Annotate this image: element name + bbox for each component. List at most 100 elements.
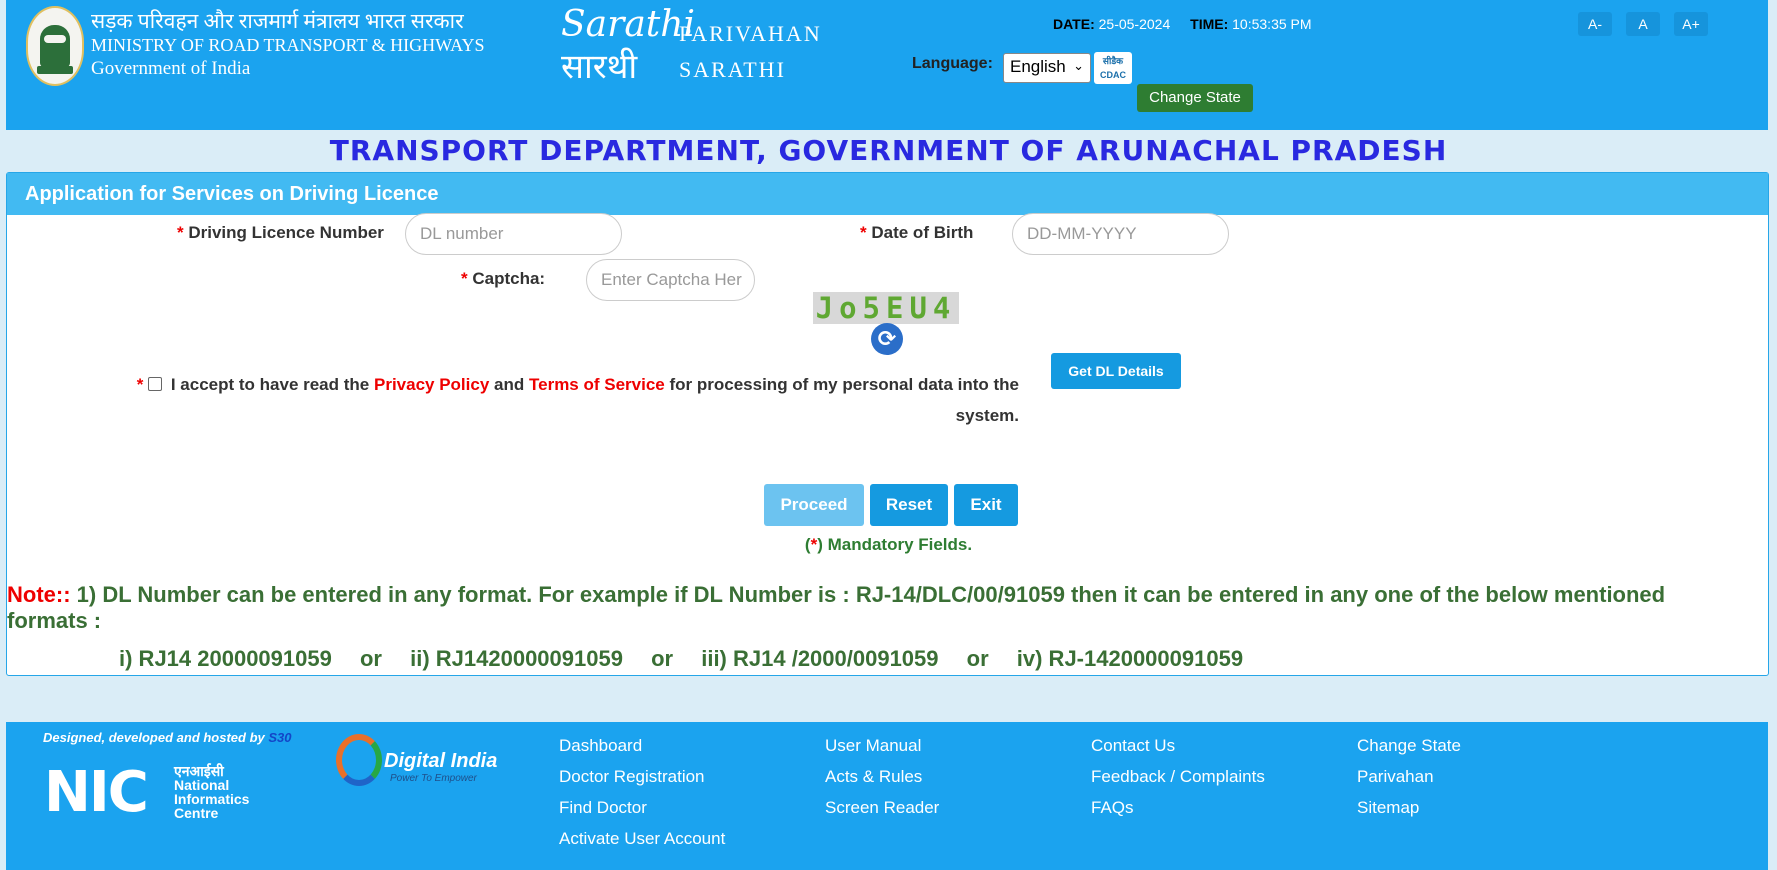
format-example: iii) RJ14 /2000/0091059 — [701, 646, 939, 671]
digital-india-title: Digital India — [384, 750, 498, 772]
date-time: DATE: 25-05-2024 TIME: 10:53:35 PM — [1053, 16, 1328, 32]
language-selected: English — [1010, 57, 1066, 76]
national-emblem-icon — [26, 6, 84, 86]
get-dl-details-button[interactable]: Get DL Details — [1051, 353, 1181, 389]
required-mark: * — [860, 223, 867, 242]
required-mark: * — [136, 375, 144, 394]
ministry-title: सड़क परिवहन और राजमार्ग मंत्रालय भारत सर… — [91, 8, 485, 81]
nic-logo-text: एनआईसी National Informatics Centre — [174, 764, 249, 820]
digital-india-tagline: Power To Empower — [390, 773, 477, 784]
panel-title: Application for Services on Driving Lice… — [7, 173, 1768, 215]
consent-and: and — [494, 375, 525, 394]
date-value: 25-05-2024 — [1098, 16, 1171, 32]
format-example: iv) RJ-1420000091059 — [1016, 646, 1244, 671]
digital-india-logo: Digital India Power To Empower — [336, 730, 506, 790]
date-label: DATE: — [1053, 16, 1095, 32]
nic-line: Informatics — [174, 791, 250, 807]
font-increase-button[interactable]: A+ — [1674, 12, 1708, 36]
nic-line: National — [174, 777, 230, 793]
dl-format-examples: i) RJ14 20000091059 or ii) RJ14200000910… — [119, 646, 1265, 672]
captcha-input[interactable]: Enter Captcha Her — [586, 259, 755, 301]
nic-hindi: एनआईसी — [174, 763, 224, 779]
footer-link-acts-rules[interactable]: Acts & Rules — [825, 763, 1091, 790]
dl-format-note: Note:: 1) DL Number can be entered in an… — [7, 582, 1727, 634]
dob-input[interactable]: DD-MM-YYYY — [1012, 213, 1229, 255]
time-label: TIME: — [1190, 16, 1229, 32]
chevron-down-icon: ⌄ — [1073, 58, 1084, 73]
language-select[interactable]: English ⌄ — [1003, 53, 1091, 83]
government-of-india: Government of India — [91, 57, 251, 79]
nic-logo: NIC एनआईसी National Informatics Centre — [44, 762, 254, 824]
footer-link-dashboard[interactable]: Dashboard — [559, 732, 825, 759]
consent-checkbox[interactable] — [148, 377, 163, 391]
dl-services-panel: Application for Services on Driving Lice… — [6, 172, 1769, 676]
format-example: ii) RJ1420000091059 — [410, 646, 623, 671]
note-text: 1) DL Number can be entered in any forma… — [7, 582, 1666, 633]
sarathi-logo-en: Sarathi — [561, 4, 695, 45]
captcha-label: * Captcha: — [461, 269, 545, 289]
cdac-english: CDAC — [1100, 70, 1126, 80]
ministry-english: MINISTRY OF ROAD TRANSPORT & HIGHWAYS — [91, 35, 485, 56]
required-mark: * — [177, 223, 184, 242]
terms-of-service-link[interactable]: Terms of Service — [529, 375, 665, 394]
privacy-policy-link[interactable]: Privacy Policy — [374, 375, 489, 394]
proceed-button[interactable]: Proceed — [764, 484, 864, 526]
mandatory-close: ) Mandatory Fields. — [817, 535, 973, 554]
footer-link-sitemap[interactable]: Sitemap — [1357, 794, 1557, 821]
format-separator: or — [359, 646, 382, 671]
time-value: 10:53:35 PM — [1232, 16, 1312, 32]
site-header: सड़क परिवहन और राजमार्ग मंत्रालय भारत सर… — [6, 0, 1768, 130]
note-label: Note:: — [7, 582, 71, 607]
form-actions: Proceed Reset Exit — [764, 484, 1018, 526]
consent-pre: I accept to have read the — [170, 375, 370, 394]
captcha-image: Jo5EU4 — [813, 292, 959, 324]
font-normal-button[interactable]: A — [1626, 12, 1660, 36]
language-label: Language: — [912, 55, 993, 72]
exit-button[interactable]: Exit — [954, 484, 1018, 526]
department-title: TRANSPORT DEPARTMENT, GOVERNMENT OF ARUN… — [329, 134, 1448, 167]
change-state-button[interactable]: Change State — [1137, 84, 1253, 112]
dl-number-label-text: Driving Licence Number — [188, 223, 384, 242]
digital-india-swirl-icon — [336, 734, 382, 786]
consent-post: for processing of my personal data into … — [669, 375, 1020, 425]
dl-number-label: * Driving Licence Number — [177, 223, 384, 243]
sarathi-logo-hi: सारथी — [561, 47, 638, 87]
refresh-captcha-icon[interactable]: ⟳ — [871, 323, 903, 355]
format-separator: or — [651, 646, 674, 671]
designed-by-text: Designed, developed and hosted by S30 — [43, 730, 292, 745]
site-footer: Designed, developed and hosted by S30 NI… — [6, 722, 1768, 870]
footer-link-user-manual[interactable]: User Manual — [825, 732, 1091, 759]
footer-link-parivahan[interactable]: Parivahan — [1357, 763, 1557, 790]
mandatory-fields-note: (*) Mandatory Fields. — [7, 535, 1770, 555]
consent-text: * I accept to have read the Privacy Poli… — [107, 369, 1019, 431]
nic-logo-mark: NIC — [44, 760, 149, 825]
font-decrease-button[interactable]: A- — [1578, 12, 1612, 36]
sarathi-text: SARATHI — [679, 57, 786, 82]
s3-link[interactable]: S30 — [268, 730, 291, 745]
footer-links: Dashboard User Manual Contact Us Change … — [559, 732, 1557, 852]
footer-link-feedback[interactable]: Feedback / Complaints — [1091, 763, 1357, 790]
required-mark: * — [461, 269, 468, 288]
font-size-controls: A- A A+ — [1578, 12, 1708, 36]
footer-link-faqs[interactable]: FAQs — [1091, 794, 1357, 821]
format-separator: or — [966, 646, 989, 671]
dl-number-input[interactable]: DL number — [405, 213, 622, 255]
sarathi-logo: Sarathi सारथी — [561, 4, 695, 87]
footer-link-doctor-registration[interactable]: Doctor Registration — [559, 763, 825, 790]
dob-label: * Date of Birth — [860, 223, 973, 243]
footer-link-activate-account[interactable]: Activate User Account — [559, 825, 825, 852]
nic-line: Centre — [174, 805, 219, 821]
cdac-hindi: सीडैक — [1102, 56, 1124, 66]
captcha-label-text: Captcha: — [472, 269, 546, 288]
footer-link-screen-reader[interactable]: Screen Reader — [825, 794, 1091, 821]
parivahan-sarathi-title: PARIVAHAN SARATHI — [679, 16, 822, 88]
footer-link-contact-us[interactable]: Contact Us — [1091, 732, 1357, 759]
designed-by-label: Designed, developed and hosted by — [43, 730, 265, 745]
footer-link-change-state[interactable]: Change State — [1357, 732, 1557, 759]
cdac-logo: सीडैक CDAC — [1094, 52, 1132, 84]
footer-link-find-doctor[interactable]: Find Doctor — [559, 794, 825, 821]
parivahan-text: PARIVAHAN — [679, 21, 822, 46]
dob-label-text: Date of Birth — [871, 223, 974, 242]
reset-button[interactable]: Reset — [870, 484, 948, 526]
ministry-hindi: सड़क परिवहन और राजमार्ग मंत्रालय भारत सर… — [91, 9, 464, 33]
